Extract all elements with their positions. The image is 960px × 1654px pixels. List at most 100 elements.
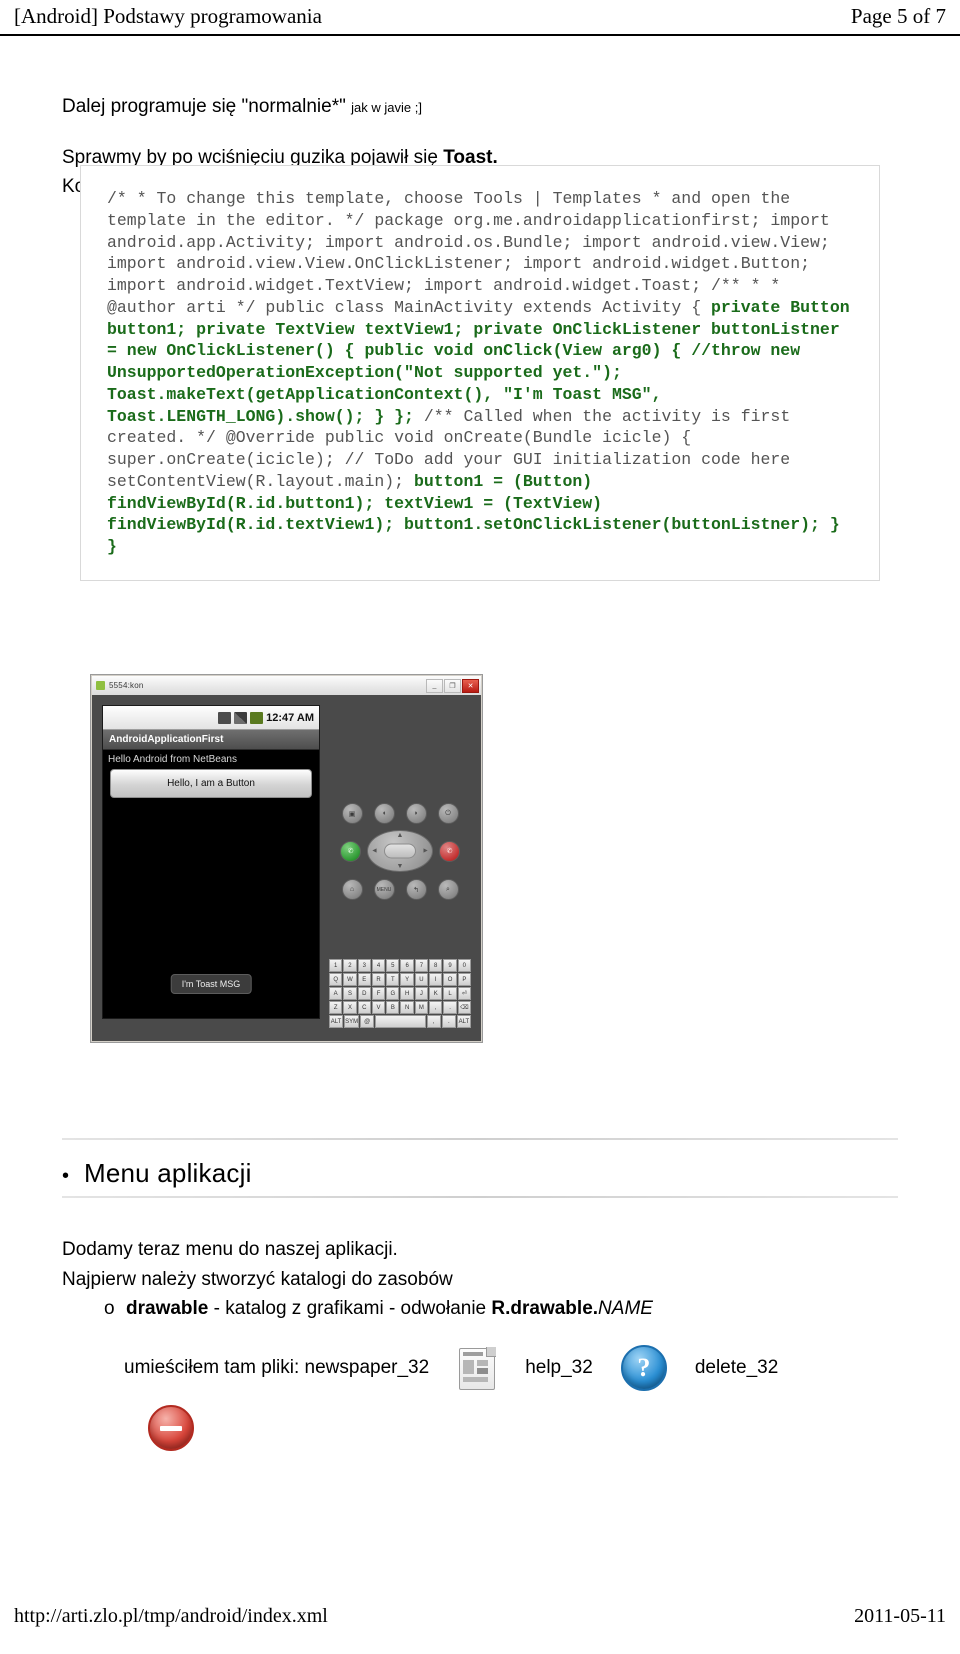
key[interactable]: 0 (457, 959, 471, 972)
key[interactable]: SYM (344, 1015, 360, 1028)
key[interactable]: 3 (357, 959, 371, 972)
key[interactable]: P (457, 973, 471, 986)
intro-line-1-small: jak w javie ;] (351, 100, 422, 115)
key[interactable]: N (400, 1001, 414, 1014)
key[interactable]: B (386, 1001, 400, 1014)
android-status-bar: 12:47 AM (103, 706, 319, 730)
key[interactable]: . (443, 1001, 457, 1014)
help-icon: ? (620, 1345, 667, 1391)
key[interactable]: 9 (443, 959, 457, 972)
key[interactable]: 5 (386, 959, 400, 972)
delete-file-label: delete_32 (694, 1357, 779, 1378)
key[interactable]: Q (329, 973, 343, 986)
sub-list-item: o drawable - katalog z grafikami - odwoła… (104, 1295, 960, 1324)
newspaper-column (477, 1368, 489, 1374)
toast-message: I'm Toast MSG (170, 974, 252, 994)
dpad-control[interactable]: ▲ ◄ ► ▼ (367, 830, 433, 872)
key[interactable]: K (429, 987, 443, 1000)
emulator-keypad: ▣ ◖ ◗ ⏻ ✆ ▲ ◄ ► ▼ ✆ ⌂ MENU ↰ ⌕ 1 2 3 4 5… (327, 705, 473, 1033)
key[interactable]: F (371, 987, 386, 1000)
android-button[interactable]: Hello, I am a Button (110, 769, 312, 798)
sub-item-name: NAME (598, 1298, 653, 1320)
volume-up-icon[interactable]: ◗ (405, 803, 427, 824)
emulator-window: 5554:kon _ ❐ ✕ 12:47 AM AndroidApplicati… (90, 674, 483, 1043)
key[interactable]: D (357, 987, 371, 1000)
running-header: [Android] Podstawy programowania Page 5 … (0, 4, 960, 29)
bullet-icon: • (62, 1165, 70, 1187)
dpad-up-icon[interactable]: ▲ (397, 832, 404, 839)
camera-icon[interactable]: ▣ (341, 803, 363, 824)
close-button[interactable]: ✕ (462, 678, 479, 693)
key[interactable]: E (357, 973, 371, 986)
end-call-icon[interactable]: ✆ (439, 840, 460, 862)
key[interactable]: O (443, 973, 457, 986)
dpad-center-button[interactable] (384, 843, 416, 859)
key[interactable]: Z (329, 1001, 343, 1014)
back-icon[interactable]: ↰ (405, 879, 427, 900)
key[interactable]: H (400, 987, 414, 1000)
key[interactable]: T (386, 973, 400, 986)
key[interactable]: W (343, 973, 357, 986)
dpad-left-icon[interactable]: ◄ (371, 848, 378, 855)
key[interactable]: C (357, 1001, 371, 1014)
key[interactable]: , (429, 1001, 443, 1014)
keypad-row-middle: ✆ ▲ ◄ ► ▼ ✆ (327, 830, 473, 872)
newspaper-column (477, 1360, 489, 1366)
home-icon[interactable]: ⌂ (341, 879, 363, 900)
key[interactable]: 8 (429, 959, 443, 972)
key[interactable]: Y (400, 973, 414, 986)
key[interactable]: M (414, 1001, 429, 1014)
key[interactable]: I (429, 973, 443, 986)
minimize-button[interactable]: _ (426, 678, 443, 693)
key[interactable]: X (343, 1001, 357, 1014)
newspaper-icon (457, 1346, 497, 1390)
key[interactable]: L (443, 987, 457, 1000)
key[interactable]: 2 (343, 959, 357, 972)
dpad-down-icon[interactable]: ▼ (397, 863, 404, 870)
key[interactable]: G (386, 987, 400, 1000)
emulator-keyboard: 1 2 3 4 5 6 7 8 9 0 Q W E R T Y U I O P … (329, 959, 471, 1029)
key[interactable]: U (414, 973, 429, 986)
key[interactable]: 1 (329, 959, 343, 972)
emulator-body: 12:47 AM AndroidApplicationFirst Hello A… (92, 695, 481, 1041)
key[interactable]: ⌫ (457, 1001, 471, 1014)
menu-icon[interactable]: MENU (373, 879, 395, 900)
newspaper-fold (486, 1347, 497, 1357)
key[interactable]: J (414, 987, 429, 1000)
files-lead-label: umieściłem tam pliki: newspaper_32 (124, 1357, 430, 1378)
key[interactable]: @ (360, 1015, 375, 1028)
key[interactable]: ⏎ (457, 987, 471, 1000)
phone-screen: 12:47 AM AndroidApplicationFirst Hello A… (102, 705, 320, 1019)
key[interactable]: 7 (414, 959, 429, 972)
dpad-right-icon[interactable]: ► (422, 848, 429, 855)
footer-url: http://arti.zlo.pl/tmp/android/index.xml (14, 1605, 328, 1627)
keyboard-row: ALT SYM @ , . ALT (329, 1015, 471, 1028)
search-icon[interactable]: ⌕ (437, 879, 459, 900)
volume-down-icon[interactable]: ◖ (373, 803, 395, 824)
newspaper-masthead (463, 1352, 484, 1356)
tail-line-2: Najpierw należy stworzyć katalogi do zas… (62, 1268, 453, 1290)
key[interactable]: ALT (456, 1015, 471, 1028)
section-title: Menu aplikacji (84, 1158, 252, 1188)
space-key[interactable] (375, 1015, 426, 1028)
sub-item-bold: drawable (126, 1298, 209, 1320)
tail-content: Dodamy teraz menu do naszej aplikacji. N… (0, 1236, 960, 1324)
key[interactable]: , (426, 1015, 441, 1028)
key[interactable]: . (441, 1015, 456, 1028)
sub-item-ref: R.drawable. (491, 1298, 599, 1320)
restore-button[interactable]: ❐ (444, 678, 461, 693)
key[interactable]: 4 (371, 959, 386, 972)
keyboard-row: A S D F G H J K L ⏎ (329, 987, 471, 1000)
key[interactable]: ALT (329, 1015, 344, 1028)
key[interactable]: 6 (400, 959, 414, 972)
call-icon[interactable]: ✆ (340, 840, 361, 862)
status-clock: 12:47 AM (266, 711, 314, 724)
newspaper-column (463, 1360, 475, 1374)
keypad-row-bottom: ⌂ MENU ↰ ⌕ (327, 879, 473, 900)
power-icon[interactable]: ⏻ (437, 803, 459, 824)
key[interactable]: S (343, 987, 357, 1000)
key[interactable]: V (371, 1001, 386, 1014)
key[interactable]: A (329, 987, 343, 1000)
sub-item-mid: - katalog z grafikami - odwołanie (208, 1298, 492, 1320)
key[interactable]: R (371, 973, 386, 986)
